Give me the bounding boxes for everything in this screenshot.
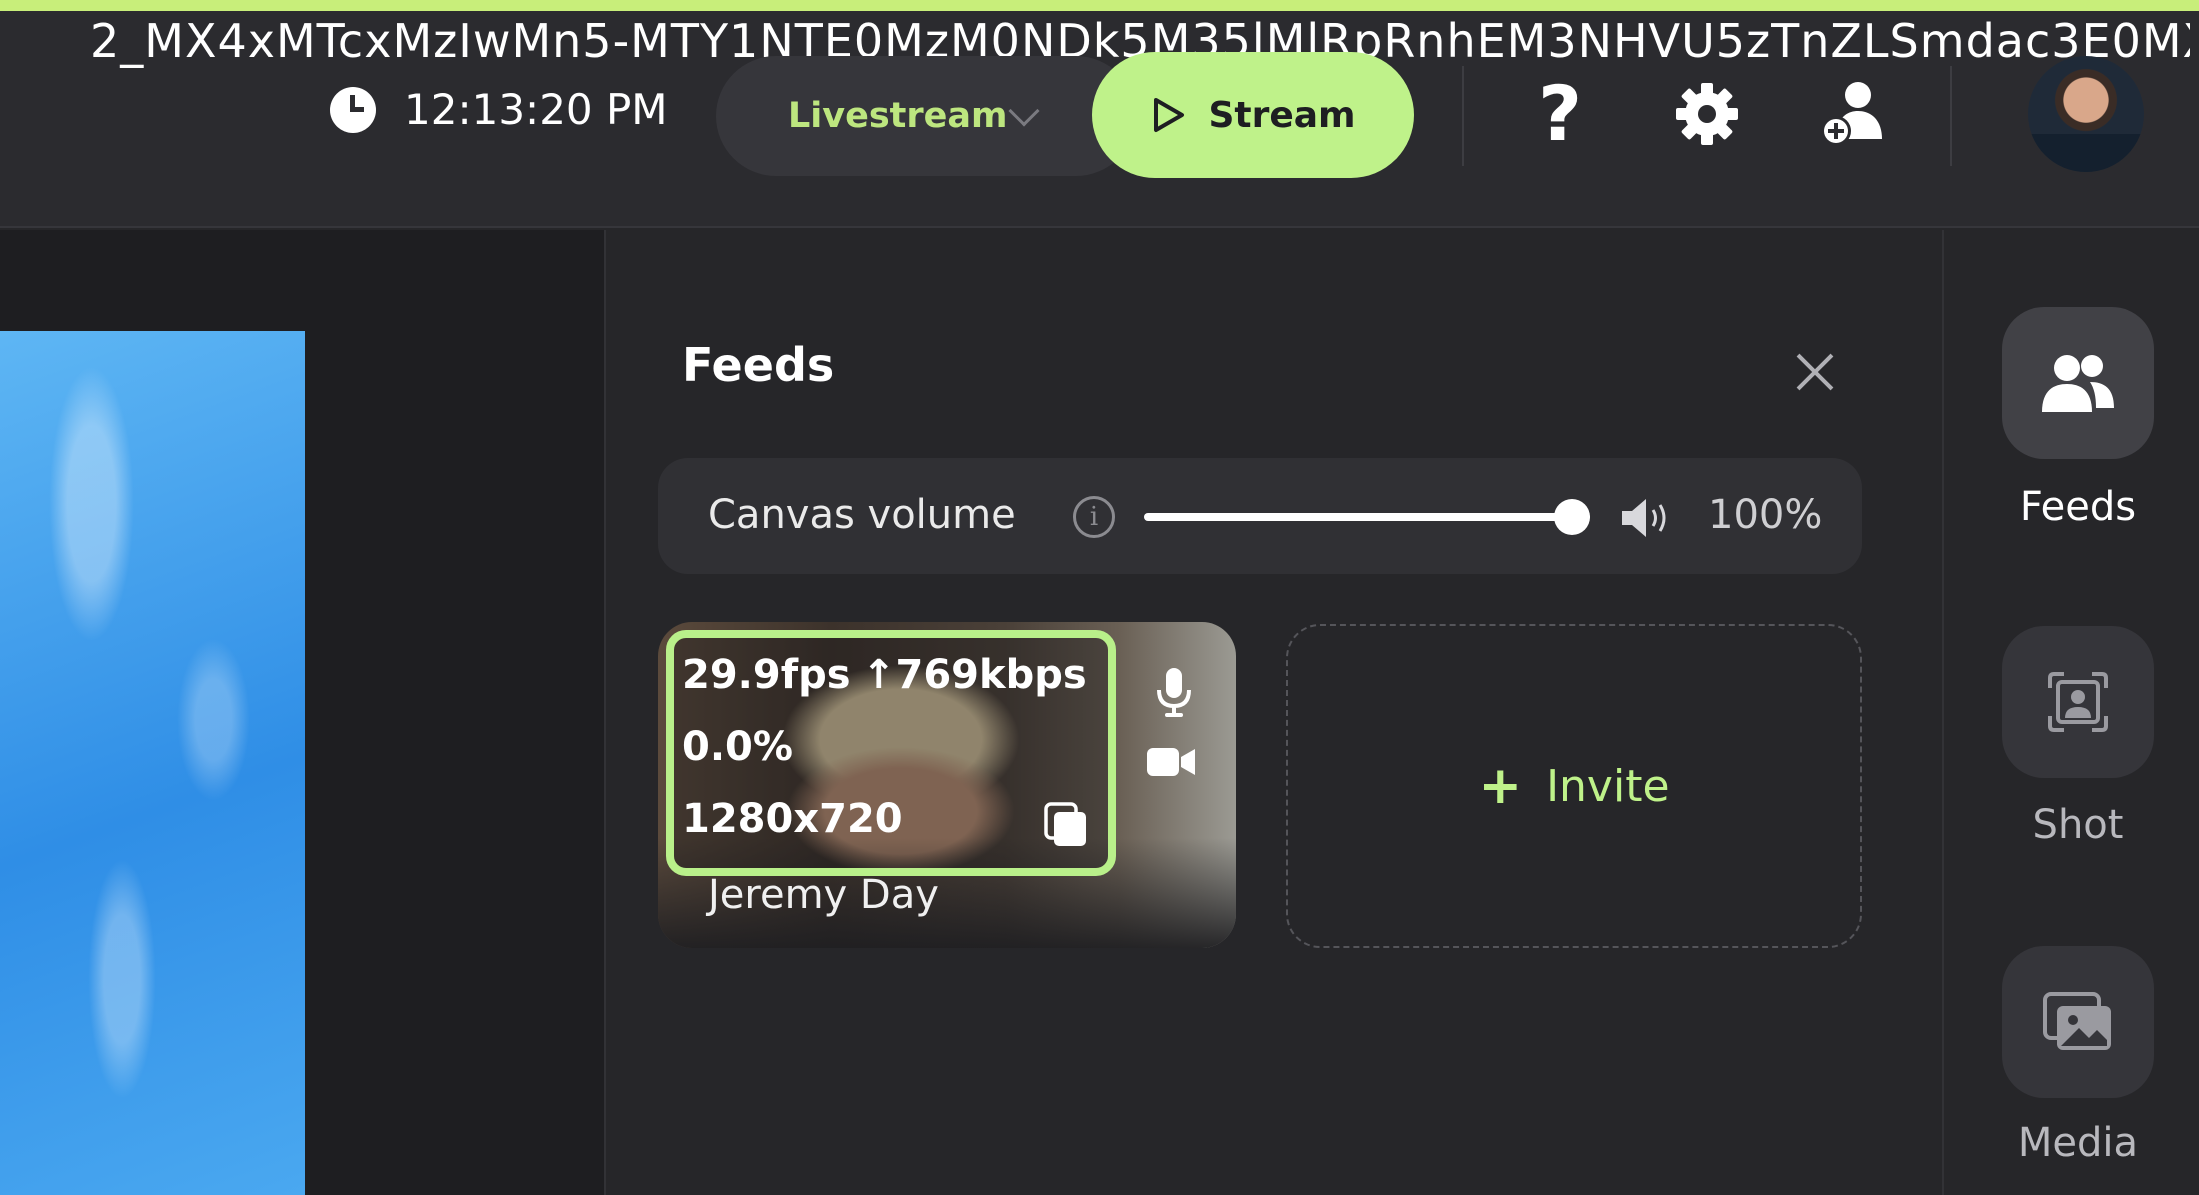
feed-name: Jeremy Day <box>708 872 939 918</box>
rail-feeds-button[interactable] <box>2002 307 2154 459</box>
right-rail: Feeds Shot Media <box>1944 230 2199 1195</box>
image-icon <box>2043 992 2111 1050</box>
canvas-volume-control: Canvas volume i 100% <box>658 458 1862 574</box>
rail-shot-label: Shot <box>2032 802 2124 848</box>
invite-user-button[interactable] <box>1813 74 1893 154</box>
destination-label: Livestream <box>788 96 1008 136</box>
destination-dropdown[interactable]: Livestream <box>716 56 1136 176</box>
divider <box>1950 66 1952 166</box>
feed-resolution: 1280x720 <box>682 796 903 842</box>
close-icon[interactable] <box>1791 348 1839 396</box>
rail-shot-button[interactable] <box>2002 626 2154 778</box>
rail-media-label: Media <box>2017 1120 2139 1166</box>
rail-feeds-label: Feeds <box>2019 484 2137 530</box>
stream-button[interactable]: Stream <box>1092 52 1414 178</box>
divider <box>1462 66 1464 166</box>
avatar[interactable] <box>2028 56 2144 172</box>
top-bar: 2_MX4xMTcxMzIwMn5-MTY1NTE0MzM0NDk5M35lMl… <box>0 0 2199 228</box>
accent-line <box>0 0 2199 11</box>
rail-media-button[interactable] <box>2002 946 2154 1098</box>
panel-title: Feeds <box>682 338 835 392</box>
copy-icon[interactable] <box>1044 802 1088 848</box>
clock-time: 12:13:20 PM <box>404 85 668 134</box>
canvas-area <box>0 230 604 1195</box>
feed-card[interactable]: 29.9fps ↑769kbps 0.0% 1280x720 Jeremy Da… <box>658 622 1236 948</box>
slider-thumb[interactable] <box>1554 499 1591 535</box>
stream-button-label: Stream <box>1208 94 1356 136</box>
feed-bitrate: ↑769kbps <box>862 652 1087 698</box>
volume-percent: 100% <box>1708 492 1823 538</box>
settings-button[interactable] <box>1667 74 1747 154</box>
slider-fill <box>1144 513 1590 521</box>
camera-icon[interactable] <box>1146 744 1196 780</box>
people-icon <box>2042 355 2114 412</box>
canvas-preview[interactable] <box>0 331 305 1195</box>
invite-label: Invite <box>1546 760 1670 812</box>
chevron-down-icon <box>1008 95 1040 127</box>
feeds-panel: Feeds Canvas volume i 100% 29.9fps ↑769k… <box>604 230 1944 1195</box>
feed-fps: 29.9fps <box>682 652 851 698</box>
help-button[interactable]: ? <box>1520 74 1600 154</box>
plus-icon: + <box>1478 756 1523 816</box>
feed-packet-loss: 0.0% <box>682 724 793 770</box>
invite-button[interactable]: + Invite <box>1286 624 1862 948</box>
canvas-volume-label: Canvas volume <box>708 492 1016 538</box>
info-icon[interactable]: i <box>1073 496 1115 538</box>
shot-icon <box>2048 672 2108 732</box>
volume-slider[interactable] <box>1144 499 1591 535</box>
microphone-icon[interactable] <box>1154 666 1194 718</box>
speaker-icon[interactable] <box>1620 496 1676 540</box>
gear-icon <box>1676 83 1738 145</box>
play-icon <box>1154 98 1185 132</box>
clock-icon <box>330 86 376 133</box>
clock: 12:13:20 PM <box>330 85 668 134</box>
help-icon: ? <box>1537 69 1583 158</box>
add-user-icon <box>1821 82 1882 146</box>
